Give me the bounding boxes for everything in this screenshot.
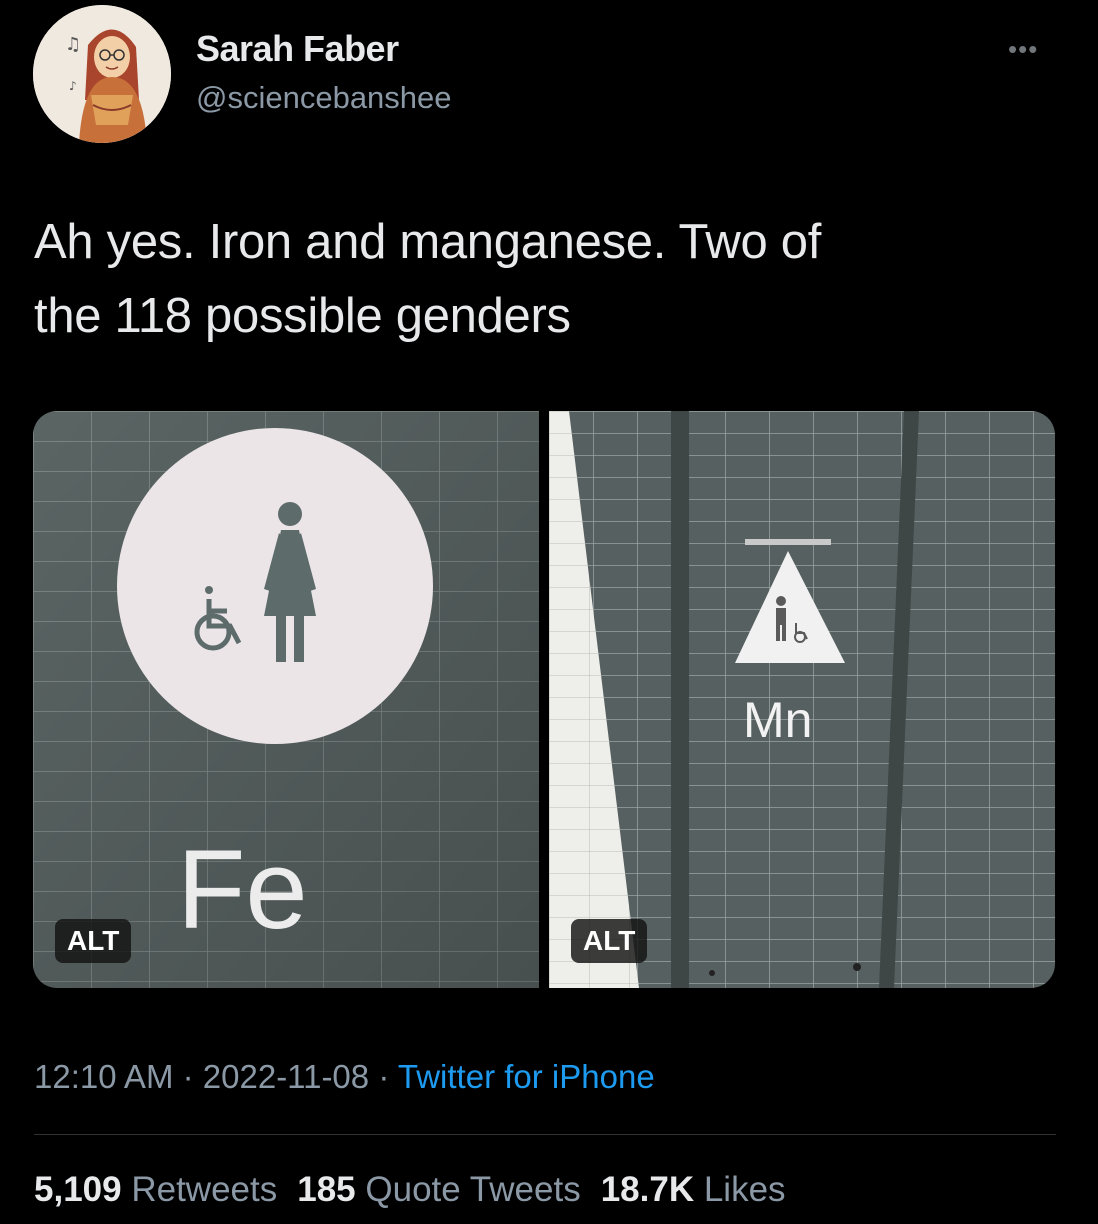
quote-tweets-count: 185 (297, 1170, 356, 1209)
author-name[interactable]: Sarah Faber (196, 28, 399, 70)
likes-label: Likes (703, 1170, 786, 1209)
tweet-meta: 12:10 AM · 2022-11-08 · Twitter for iPho… (34, 1058, 655, 1096)
likes-stat[interactable]: 18.7K Likes (601, 1170, 786, 1209)
svg-text:♪: ♪ (69, 79, 77, 93)
meta-separator: · (378, 1058, 390, 1095)
more-dots-icon[interactable]: ••• (1008, 34, 1038, 65)
retweets-stat[interactable]: 5,109 Retweets (34, 1170, 277, 1209)
avatar-illustration: ♫ ♪ (33, 5, 171, 143)
mn-restroom-sign-photo: Mn (549, 411, 1055, 988)
quote-tweets-stat[interactable]: 185 Quote Tweets (297, 1170, 580, 1209)
likes-count: 18.7K (600, 1170, 695, 1209)
tweet-stats: 5,109 Retweets 185 Quote Tweets 18.7K Like… (34, 1170, 786, 1210)
tweet-time[interactable]: 12:10 AM (34, 1058, 173, 1095)
stats-divider (34, 1134, 1056, 1135)
tweet-date[interactable]: 2022-11-08 (203, 1058, 369, 1095)
mn-sign-text: Mn (743, 692, 812, 748)
author-avatar[interactable]: ♫ ♪ (33, 5, 171, 143)
retweets-label: Retweets (131, 1170, 278, 1209)
author-handle[interactable]: @sciencebanshee (196, 80, 452, 116)
meta-separator: · (182, 1058, 194, 1095)
fe-sign-text: Fe (177, 827, 308, 952)
quote-tweets-label: Quote Tweets (365, 1170, 581, 1209)
tweet-text-line-2: the 118 possible genders (34, 289, 571, 343)
tweet-text: Ah yes. Iron and manganese. Two of the 1… (34, 205, 1034, 353)
tweet-source-link[interactable]: Twitter for iPhone (398, 1058, 655, 1095)
alt-badge-left[interactable]: ALT (55, 919, 132, 963)
retweets-count: 5,109 (34, 1170, 122, 1209)
alt-badge-right[interactable]: ALT (571, 919, 648, 963)
tweet-media-grid: Fe ALT Mn ALT (33, 411, 1055, 988)
media-photo-fe[interactable]: Fe ALT (33, 411, 539, 988)
tweet-text-line-1: Ah yes. Iron and manganese. Two of (34, 215, 822, 269)
media-photo-mn[interactable]: Mn ALT (549, 411, 1055, 988)
fe-restroom-sign-photo: Fe (33, 411, 539, 988)
svg-text:♫: ♫ (65, 34, 81, 55)
